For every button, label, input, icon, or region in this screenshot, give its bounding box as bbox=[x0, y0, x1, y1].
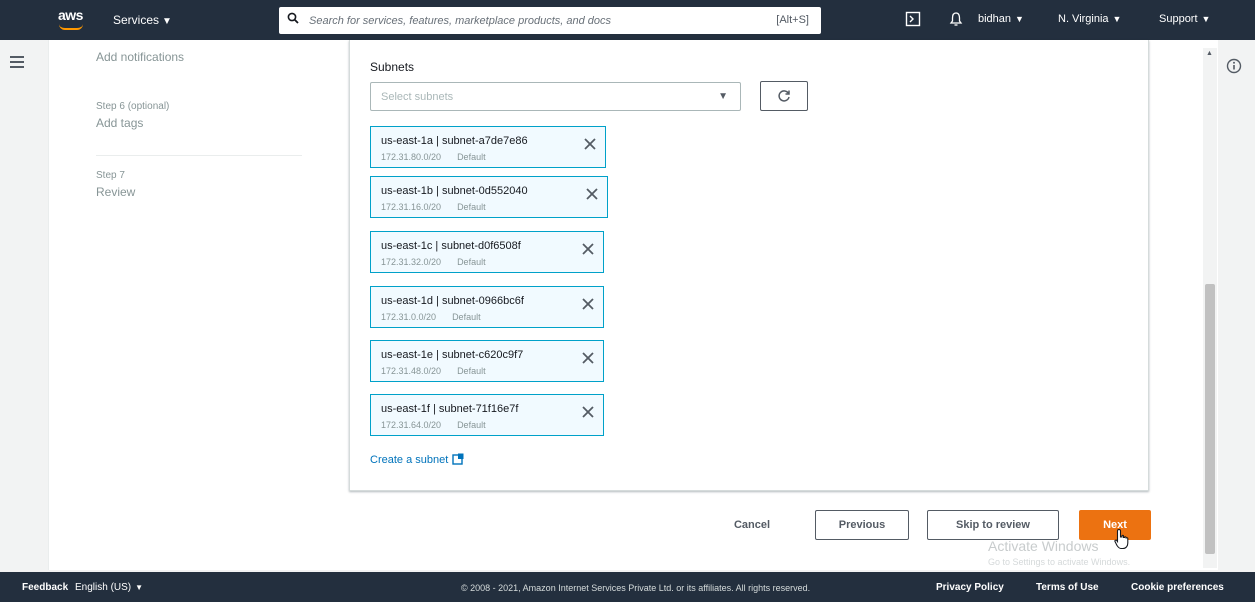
caret-down-icon: ▼ bbox=[718, 91, 728, 102]
region-menu[interactable]: N. Virginia ▼ bbox=[1058, 13, 1121, 25]
hamburger-menu-icon[interactable] bbox=[10, 56, 24, 68]
subnet-token-title: us-east-1b | subnet-0d552040 bbox=[381, 185, 528, 197]
subnet-token: us-east-1d | subnet-0966bc6f 172.31.0.0/… bbox=[370, 286, 604, 328]
caret-down-icon: ▼ bbox=[135, 583, 144, 592]
aws-smile-icon bbox=[59, 24, 83, 30]
create-subnet-link-text: Create a subnet bbox=[370, 454, 449, 466]
subnet-token-title: us-east-1e | subnet-c620c9f7 bbox=[381, 349, 524, 361]
language-selector[interactable]: English (US) ▼ bbox=[75, 582, 143, 593]
caret-down-icon: ▼ bbox=[162, 16, 172, 27]
subnet-token-cidr: 172.31.80.0/20 bbox=[381, 152, 442, 162]
services-label: Services bbox=[113, 13, 160, 27]
search-icon bbox=[287, 12, 299, 24]
step-7[interactable]: Step 7 Review bbox=[96, 170, 135, 199]
external-link-icon bbox=[452, 453, 464, 465]
close-icon[interactable] bbox=[581, 242, 595, 256]
account-menu[interactable]: bidhan ▼ bbox=[978, 13, 1024, 25]
step-title: Add tags bbox=[96, 116, 144, 130]
network-settings-card: Subnets Select subnets ▼ us-east-1a | su… bbox=[349, 40, 1149, 491]
cancel-button[interactable]: Cancel bbox=[712, 510, 792, 540]
refresh-subnets-button[interactable] bbox=[760, 81, 808, 111]
services-menu-button[interactable]: Services ▼ bbox=[113, 13, 172, 27]
close-icon[interactable] bbox=[581, 351, 595, 365]
subnet-token: us-east-1b | subnet-0d552040 172.31.16.0… bbox=[370, 176, 608, 218]
activate-windows-subtext: Go to Settings to activate Windows. bbox=[988, 557, 1131, 567]
subnet-token-title: us-east-1a | subnet-a7de7e86 bbox=[381, 135, 528, 147]
bell-icon[interactable] bbox=[948, 11, 964, 27]
subnet-token: us-east-1a | subnet-a7de7e86 172.31.80.0… bbox=[370, 126, 606, 168]
activate-windows-watermark: Activate Windows bbox=[988, 538, 1099, 554]
region-name: N. Virginia bbox=[1058, 13, 1109, 25]
support-menu[interactable]: Support ▼ bbox=[1159, 13, 1210, 25]
subnets-label: Subnets bbox=[370, 60, 415, 74]
close-icon[interactable] bbox=[583, 137, 597, 151]
subnet-token-tag: Default bbox=[457, 366, 486, 376]
feedback-link[interactable]: Feedback bbox=[22, 582, 68, 593]
step-title: Review bbox=[96, 185, 136, 199]
step-divider bbox=[96, 155, 302, 156]
subnet-token-cidr: 172.31.0.0/20 bbox=[381, 312, 437, 322]
skip-to-review-button[interactable]: Skip to review bbox=[927, 510, 1059, 540]
copyright-text: © 2008 - 2021, Amazon Internet Services … bbox=[461, 583, 811, 593]
search-input[interactable] bbox=[309, 7, 749, 34]
caret-down-icon: ▼ bbox=[1201, 14, 1211, 24]
support-label: Support bbox=[1159, 13, 1198, 25]
info-icon[interactable] bbox=[1226, 58, 1242, 74]
hand-cursor-icon bbox=[1114, 528, 1129, 550]
privacy-policy-link[interactable]: Privacy Policy bbox=[936, 582, 1004, 593]
close-icon[interactable] bbox=[581, 297, 595, 311]
subnet-select-dropdown[interactable]: Select subnets ▼ bbox=[370, 82, 741, 111]
subnet-token: us-east-1f | subnet-71f16e7f 172.31.64.0… bbox=[370, 394, 604, 436]
subnet-token-title: us-east-1d | subnet-0966bc6f bbox=[381, 295, 524, 307]
step-5[interactable]: Add notifications bbox=[96, 50, 184, 64]
subnet-token-tag: Default bbox=[457, 257, 486, 267]
subnet-token-cidr: 172.31.64.0/20 bbox=[381, 420, 442, 430]
account-name: bidhan bbox=[978, 13, 1012, 25]
close-icon[interactable] bbox=[581, 405, 595, 419]
scroll-up-arrow-icon[interactable]: ▲ bbox=[1206, 50, 1213, 57]
subnet-token-tag: Default bbox=[457, 202, 486, 212]
top-navigation-bar: aws Services▼ [Alt+S] bidhan▼ N. Virgini… bbox=[0, 0, 1255, 40]
caret-down-icon: ▼ bbox=[1112, 14, 1122, 24]
cookie-preferences-link[interactable]: Cookie preferences bbox=[1131, 582, 1224, 593]
step-label: Step 6 (optional) bbox=[96, 101, 170, 112]
subnet-token-title: us-east-1f | subnet-71f16e7f bbox=[381, 403, 519, 415]
previous-button[interactable]: Previous bbox=[815, 510, 909, 540]
subnet-token-tag: Default bbox=[457, 420, 486, 430]
subnet-token-tag: Default bbox=[457, 152, 486, 162]
search-shortcut-hint: [Alt+S] bbox=[776, 14, 809, 26]
subnet-select-placeholder: Select subnets bbox=[381, 91, 454, 103]
cloudshell-icon[interactable] bbox=[905, 11, 921, 27]
caret-down-icon: ▼ bbox=[1015, 14, 1024, 24]
refresh-icon bbox=[778, 90, 790, 102]
language-label: English (US) bbox=[75, 582, 132, 593]
subnet-token: us-east-1c | subnet-d0f6508f 172.31.32.0… bbox=[370, 231, 604, 273]
step-6[interactable]: Step 6 (optional) Add tags bbox=[96, 101, 169, 130]
step-label: Step 7 bbox=[96, 170, 125, 181]
subnet-token-cidr: 172.31.16.0/20 bbox=[381, 202, 442, 212]
page-footer: Feedback English (US) ▼ © 2008 - 2021, Am… bbox=[0, 572, 1255, 602]
scrollbar-thumb[interactable] bbox=[1205, 284, 1215, 554]
subnet-token-cidr: 172.31.32.0/20 bbox=[381, 257, 442, 267]
aws-logo-text: aws bbox=[58, 7, 83, 23]
search-bar[interactable]: [Alt+S] bbox=[279, 7, 821, 34]
subnet-token-title: us-east-1c | subnet-d0f6508f bbox=[381, 240, 521, 252]
close-icon[interactable] bbox=[585, 187, 599, 201]
step-title: Add notifications bbox=[96, 50, 185, 64]
subnet-token-tag: Default bbox=[452, 312, 481, 322]
aws-logo[interactable]: aws bbox=[58, 8, 86, 32]
subnet-token: us-east-1e | subnet-c620c9f7 172.31.48.0… bbox=[370, 340, 604, 382]
subnet-token-cidr: 172.31.48.0/20 bbox=[381, 366, 442, 376]
terms-of-use-link[interactable]: Terms of Use bbox=[1036, 582, 1099, 593]
create-subnet-link[interactable]: Create a subnet bbox=[370, 453, 464, 466]
